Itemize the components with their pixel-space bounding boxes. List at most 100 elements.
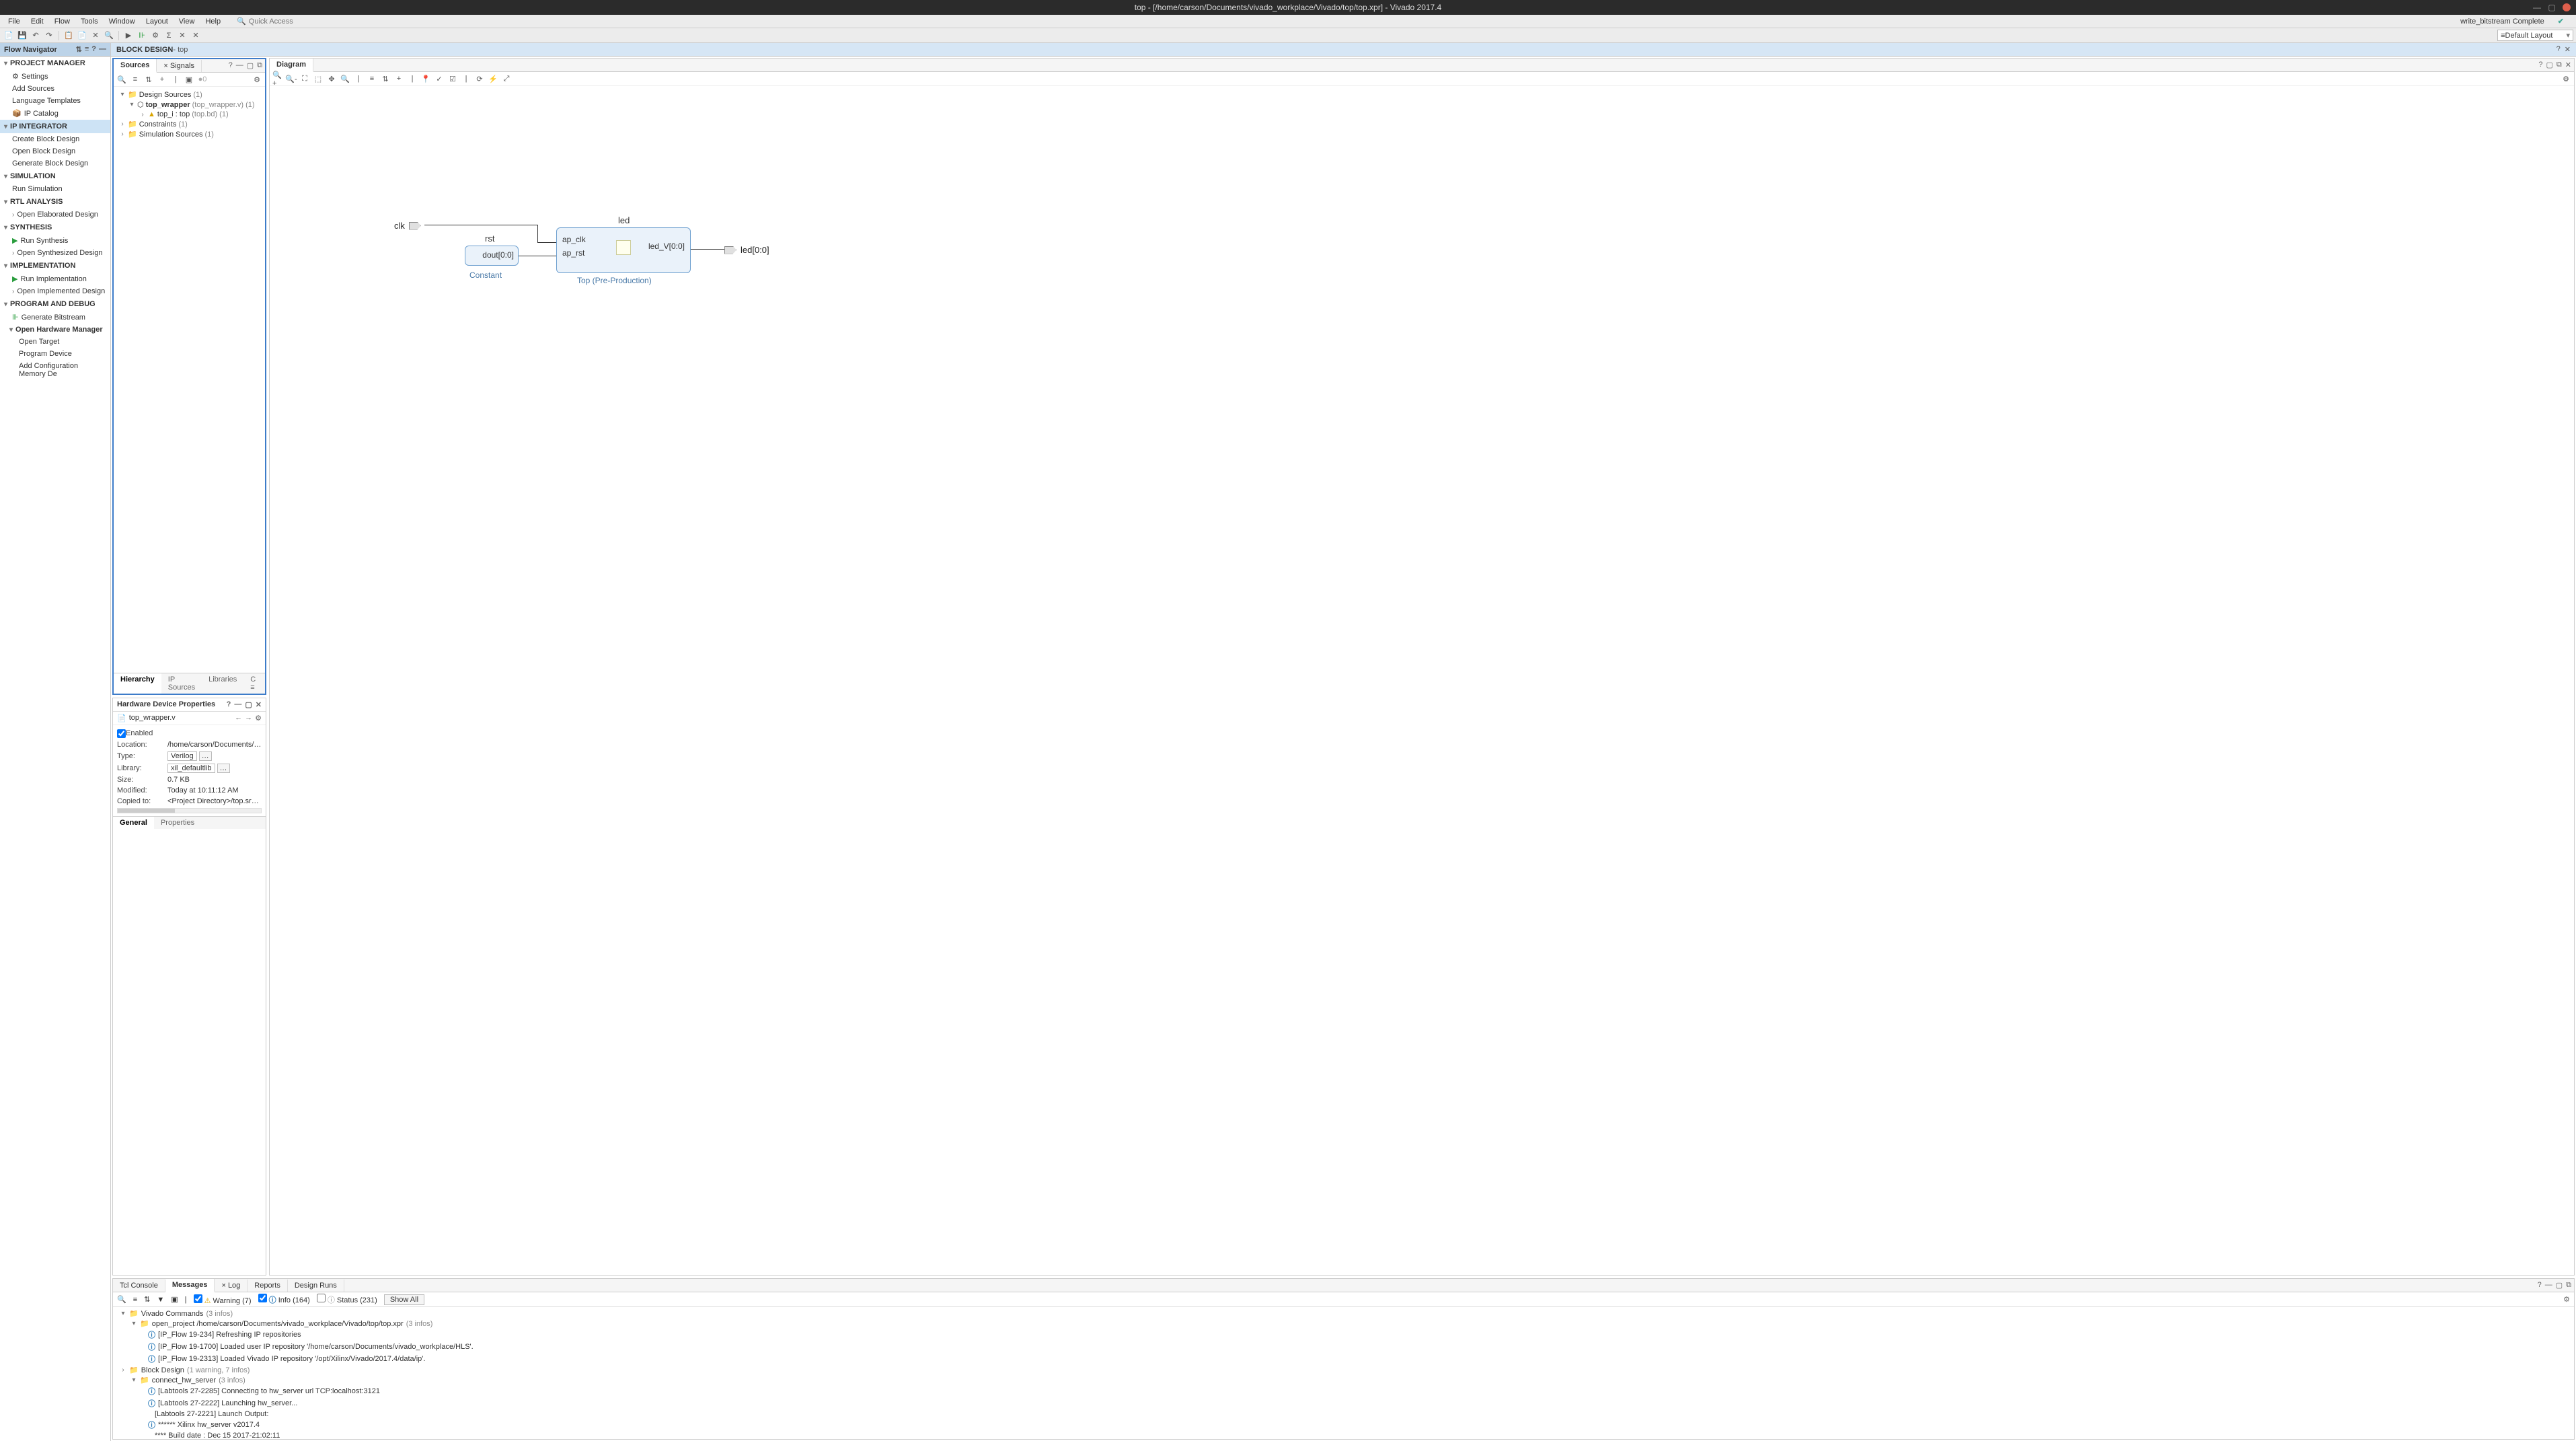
msg-gear-icon[interactable]: ⚙ xyxy=(2563,1295,2570,1304)
diagram-canvas[interactable]: clk rst dout[0:0] Constant led xyxy=(270,86,2574,1275)
nav-open-elab[interactable]: › Open Elaborated Design xyxy=(0,209,110,221)
bd-close-icon[interactable]: ✕ xyxy=(2565,45,2571,54)
msg-search-icon[interactable]: 🔍 xyxy=(117,1295,126,1304)
zoom-out-icon[interactable]: 🔍- xyxy=(286,73,297,84)
run-icon[interactable]: ▶ xyxy=(122,30,135,42)
nav-ip-catalog[interactable]: 📦 IP Catalog xyxy=(0,107,110,120)
msg-vivado-cmds[interactable]: ▾📁 Vivado Commands (3 infos) xyxy=(117,1308,2570,1319)
prev-icon[interactable]: ← xyxy=(235,714,242,723)
diag-gear-icon[interactable]: ⚙ xyxy=(2561,73,2571,84)
quick-access-input[interactable] xyxy=(249,17,330,26)
select-icon[interactable]: ✥ xyxy=(326,73,337,84)
tab-tcl[interactable]: Tcl Console xyxy=(113,1280,165,1292)
add-ip-icon[interactable]: + xyxy=(393,73,404,84)
lib-browse[interactable]: … xyxy=(217,764,230,773)
src-collapse-icon[interactable]: ≡ xyxy=(130,74,141,85)
nav-collapse-icon[interactable]: — xyxy=(99,45,106,54)
nav-simulation[interactable]: ▾SIMULATION xyxy=(0,170,110,183)
nav-generate-bd[interactable]: Generate Block Design xyxy=(0,157,110,170)
nav-strip-icon[interactable]: ≡ xyxy=(85,45,89,54)
menu-help[interactable]: Help xyxy=(200,17,226,26)
msg-block-design[interactable]: ›📁 Block Design (1 warning, 7 infos) xyxy=(117,1365,2570,1375)
quick-access[interactable]: 🔍 xyxy=(231,17,335,26)
nav-open-impl[interactable]: › Open Implemented Design xyxy=(0,285,110,297)
src-gear-icon[interactable]: ⚙ xyxy=(252,74,262,85)
tree-constraints[interactable]: ›📁 Constraints (1) xyxy=(116,119,262,129)
tree-top-wrapper[interactable]: ▾⬡ top_wrapper (top_wrapper.v) (1) xyxy=(116,100,262,110)
props-help-icon[interactable]: ? xyxy=(227,700,231,709)
filter-status[interactable]: ⓘ Status (231) xyxy=(317,1294,377,1305)
nav-ip-integrator[interactable]: ▾IP INTEGRATOR xyxy=(0,120,110,133)
cancel-icon[interactable]: ✕ xyxy=(176,30,188,42)
nav-program-device[interactable]: Program Device xyxy=(0,348,110,360)
msg-open-project[interactable]: ▾📁 open_project /home/carson/Documents/v… xyxy=(117,1319,2570,1329)
diag-float-icon[interactable]: ⧉ xyxy=(2556,61,2562,69)
nav-gen-bitstream[interactable]: ⊪ Generate Bitstream xyxy=(0,311,110,324)
msg-group-icon[interactable]: ▣ xyxy=(171,1295,178,1304)
con-help-icon[interactable]: ? xyxy=(2538,1281,2542,1290)
close-icon[interactable] xyxy=(2563,3,2571,11)
diag-close-icon[interactable]: ✕ xyxy=(2565,61,2571,69)
filter-info[interactable]: ⓘ Info (164) xyxy=(258,1294,310,1305)
layout-select[interactable]: ≡ Default Layout ▾ xyxy=(2497,30,2573,41)
nav-run-sim[interactable]: Run Simulation xyxy=(0,183,110,195)
hier-icon[interactable]: ≡ xyxy=(367,73,377,84)
lib-combo[interactable]: xil_defaultlib xyxy=(167,764,215,773)
nav-run-synth[interactable]: ▶ Run Synthesis xyxy=(0,234,110,247)
src-expand-icon[interactable]: ⇅ xyxy=(143,74,154,85)
tab-reports[interactable]: Reports xyxy=(248,1280,288,1292)
blk-top[interactable]: ap_clk ap_rst led_V[0:0] xyxy=(556,227,691,273)
menu-edit[interactable]: Edit xyxy=(26,17,49,26)
menu-layout[interactable]: Layout xyxy=(141,17,174,26)
ext-port-led[interactable]: led[0:0] xyxy=(724,245,769,255)
btab-compile[interactable]: C ≡ xyxy=(243,673,265,694)
next-icon[interactable]: → xyxy=(245,714,252,723)
msg-line-7[interactable]: ⓘ ****** Xilinx hw_server v2017.4 xyxy=(117,1419,2570,1431)
minimize-icon[interactable]: — xyxy=(2533,3,2541,11)
tab-design-runs[interactable]: Design Runs xyxy=(288,1280,344,1292)
props-min-icon[interactable]: — xyxy=(234,700,241,709)
search-diag-icon[interactable]: 🔍 xyxy=(340,73,350,84)
pin-icon[interactable]: 📍 xyxy=(420,73,431,84)
optimize-icon[interactable]: ⚡ xyxy=(488,73,498,84)
tab-log[interactable]: × Log xyxy=(215,1280,248,1292)
btab-ip-sources[interactable]: IP Sources xyxy=(161,673,202,694)
nav-lang-templates[interactable]: Language Templates xyxy=(0,95,110,107)
maximize-icon[interactable]: ▢ xyxy=(2548,3,2556,11)
regen-icon[interactable]: ⟳ xyxy=(474,73,485,84)
type-combo[interactable]: Verilog xyxy=(167,751,197,761)
con-min-icon[interactable]: — xyxy=(2545,1281,2552,1290)
zoom-in-icon[interactable]: 🔍+ xyxy=(272,73,283,84)
nav-settings[interactable]: ⚙ Settings xyxy=(0,70,110,83)
expand-icon[interactable]: ⤢ xyxy=(501,73,512,84)
nav-synthesis[interactable]: ▾SYNTHESIS xyxy=(0,221,110,234)
copy-icon[interactable]: 📋 xyxy=(63,30,75,42)
tree-top-i[interactable]: ›▲ top_i : top (top.bd) (1) xyxy=(116,110,262,119)
src-min-icon[interactable]: — xyxy=(236,61,243,70)
blk-constant[interactable]: dout[0:0] xyxy=(465,246,519,266)
src-max-icon[interactable]: ▢ xyxy=(247,61,254,70)
src-add-icon[interactable]: + xyxy=(157,74,167,85)
validate-icon[interactable]: ✓ xyxy=(434,73,445,84)
src-help-icon[interactable]: ? xyxy=(229,61,233,70)
zoom-sel-icon[interactable]: ⬚ xyxy=(313,73,324,84)
drc-icon[interactable]: ☑ xyxy=(447,73,458,84)
menu-flow[interactable]: Flow xyxy=(49,17,75,26)
msg-line-5[interactable]: ⓘ [Labtools 27-2222] Launching hw_server… xyxy=(117,1397,2570,1409)
btab-libraries[interactable]: Libraries xyxy=(202,673,243,694)
tree-sim-sources[interactable]: ›📁 Simulation Sources (1) xyxy=(116,129,262,139)
nav-project-manager[interactable]: ▾PROJECT MANAGER xyxy=(0,57,110,70)
paste-icon[interactable]: 📄 xyxy=(76,30,88,42)
delete-icon[interactable]: ✕ xyxy=(89,30,102,42)
bd-help-icon[interactable]: ? xyxy=(2556,45,2561,54)
con-float-icon[interactable]: ⧉ xyxy=(2566,1281,2571,1290)
con-max-icon[interactable]: ▢ xyxy=(2556,1281,2563,1290)
filter-warning[interactable]: ⚠ Warning (7) xyxy=(194,1294,252,1305)
props-gear-icon[interactable]: ⚙ xyxy=(255,714,262,723)
type-browse[interactable]: … xyxy=(199,751,212,761)
nav-add-cfg-mem[interactable]: Add Configuration Memory De xyxy=(0,360,110,380)
msg-expand-icon[interactable]: ⇅ xyxy=(144,1295,150,1304)
src-search-icon[interactable]: 🔍 xyxy=(116,74,127,85)
msg-connect-hw[interactable]: ▾📁 connect_hw_server (3 infos) xyxy=(117,1375,2570,1385)
msg-filter-icon[interactable]: ▼ xyxy=(157,1296,164,1304)
